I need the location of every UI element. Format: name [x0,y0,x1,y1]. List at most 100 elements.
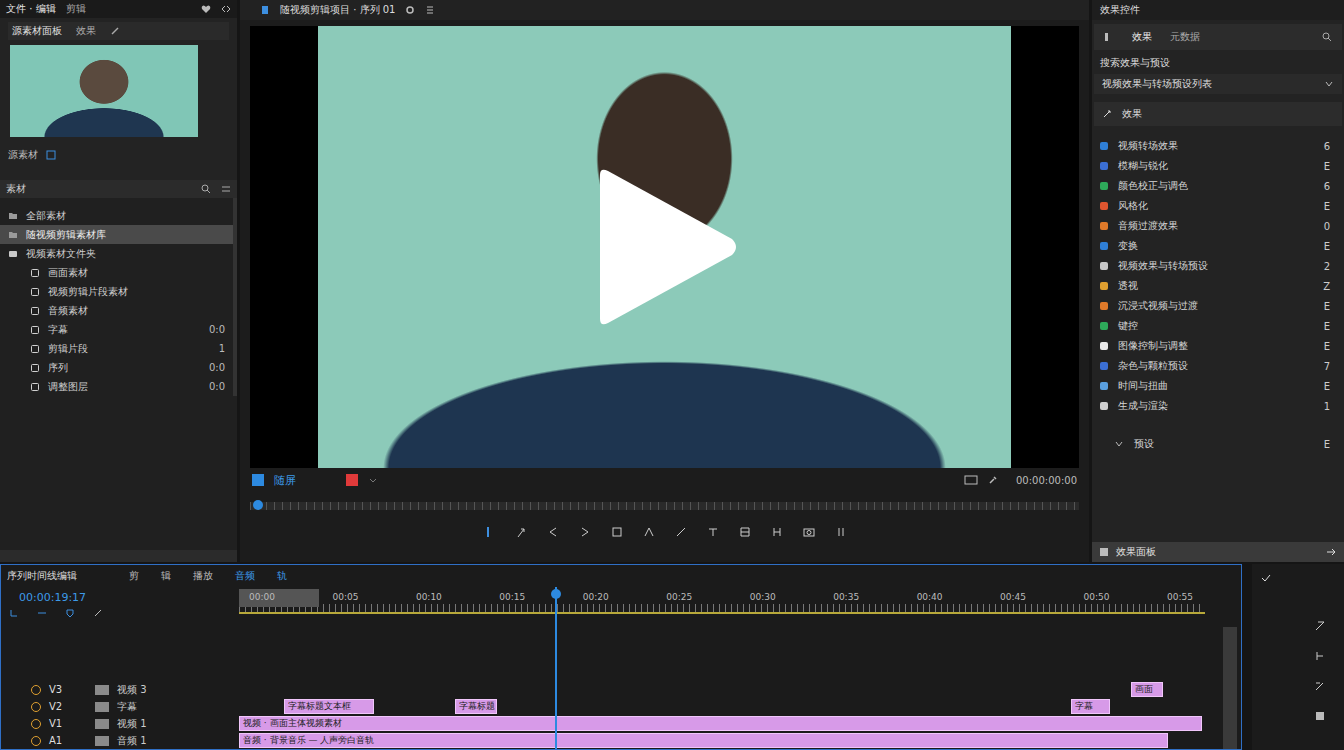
track-header[interactable]: V3 视频 3 [1,681,239,698]
clip[interactable]: 字幕标题文本框 [284,699,374,714]
clip[interactable]: 音频 · 背景音乐 — 人声旁白音轨 [239,733,1168,748]
track-select-icon[interactable] [1314,650,1326,662]
monitor-scrubber[interactable] [250,494,1079,518]
timeline-tab[interactable]: 音频 [235,569,255,583]
project-item[interactable]: 视频素材文件夹 [0,244,233,263]
extract-icon[interactable] [643,526,655,538]
app-tab[interactable]: 文件 · 编辑 [6,2,56,16]
timeline-area: 序列时间线编辑 剪辑播放音频轨 00:00:19:17 V3 视频 3 V2 字… [0,562,1344,750]
ruler-label: 00:55 [1167,592,1193,602]
expand-icon[interactable] [221,4,231,14]
effect-item[interactable]: 模糊与锐化 E [1092,156,1344,176]
insert-icon[interactable] [675,526,687,538]
ruler-ticks [239,604,1205,614]
search-icon[interactable] [201,184,211,194]
effect-item[interactable]: 变换 E [1092,236,1344,256]
lift-icon[interactable] [611,526,623,538]
overwrite-icon[interactable] [707,526,719,538]
effects-section[interactable]: 效果 [1094,102,1342,126]
effects-tab[interactable]: 效果 [1132,30,1152,44]
project-item[interactable]: 序列 0:0 [0,358,233,377]
effect-group[interactable]: 预设 E [1092,434,1344,454]
track-toggle-icon[interactable] [31,736,41,746]
timeline-tab[interactable]: 轨 [277,569,287,583]
track-toggle-icon[interactable] [31,685,41,695]
track-header[interactable]: V2 字幕 [1,698,239,715]
effect-item[interactable]: 音频过渡效果 0 [1092,216,1344,236]
project-item[interactable]: 画面素材 [0,263,233,282]
record-button[interactable] [346,474,358,486]
step-forward-icon[interactable] [579,526,591,538]
app-tab[interactable]: 剪辑 [66,2,86,16]
pen-icon[interactable] [1314,680,1326,692]
source-tab[interactable]: 源素材面板 [12,24,62,38]
more-icon[interactable] [835,526,847,538]
play-icon[interactable] [590,167,740,327]
effect-item[interactable]: 风格化 E [1092,196,1344,216]
effect-item[interactable]: 键控 E [1092,316,1344,336]
camera-icon[interactable] [803,526,815,538]
project-item[interactable]: 音频素材 [0,301,233,320]
source-thumbnail[interactable] [10,45,198,137]
wrench-icon[interactable] [93,608,103,618]
track-header[interactable]: A1 音频 1 [1,732,239,749]
clip[interactable]: 字幕标题 [455,699,497,714]
step-back-icon[interactable] [547,526,559,538]
track-toggle-icon[interactable] [31,719,41,729]
effect-item[interactable]: 视频转场效果 6 [1092,136,1344,156]
effect-item[interactable]: 时间与扭曲 E [1092,376,1344,396]
track-toggle-icon[interactable] [31,702,41,712]
fit-icon[interactable] [964,475,978,485]
heart-icon[interactable] [201,4,211,14]
edit-icon[interactable] [110,26,120,36]
mark-in-icon[interactable] [483,526,495,538]
check-icon[interactable] [1260,572,1272,584]
effect-item[interactable]: 图像控制与调整 E [1092,336,1344,356]
clip[interactable]: 画面 [1131,682,1163,697]
clip[interactable]: 字幕 [1071,699,1110,714]
list-icon[interactable] [425,5,435,15]
effect-item[interactable]: 生成与渲染 1 [1092,396,1344,416]
dropdown-icon[interactable] [368,475,378,485]
link-icon[interactable] [46,150,56,160]
hand-icon[interactable] [1314,710,1326,722]
settings-icon[interactable] [405,5,415,15]
time-ruler[interactable]: 00:0000:0500:1000:1500:2000:2500:3000:35… [239,587,1205,614]
effect-item[interactable]: 杂色与颗粒预设 7 [1092,356,1344,376]
panel-icon[interactable] [1104,32,1114,42]
project-item[interactable]: 全部素材 [0,206,233,225]
timeline-tab[interactable]: 辑 [161,569,171,583]
project-item[interactable]: 调整图层 0:0 [0,377,233,396]
project-item[interactable]: 剪辑片段 1 [0,339,233,358]
project-item[interactable]: 字幕 0:0 [0,320,233,339]
timeline-tab[interactable]: 剪 [129,569,139,583]
export-frame-icon[interactable] [739,526,751,538]
effect-item[interactable]: 颜色校正与调色 6 [1092,176,1344,196]
link-icon[interactable] [37,608,47,618]
project-item[interactable]: 视频剪辑片段素材 [0,282,233,301]
razor-icon[interactable] [1314,620,1326,632]
track-header[interactable]: V1 视频 1 [1,715,239,732]
playhead[interactable] [555,587,557,749]
effect-item[interactable]: 视频效果与转场预设 2 [1092,256,1344,276]
clip[interactable]: 视频 · 画面主体视频素材 [239,716,1202,731]
effect-item[interactable]: 透视 Z [1092,276,1344,296]
marker-icon[interactable] [65,608,75,618]
arrow-icon[interactable] [1326,547,1336,557]
source-tab[interactable]: 效果 [76,24,96,38]
effects-search-label: 搜索效果与预设 [1092,50,1344,72]
timeline-tab[interactable]: 播放 [193,569,213,583]
compare-icon[interactable] [771,526,783,538]
mark-out-icon[interactable] [515,526,527,538]
timeline-scrollbar[interactable] [1223,627,1237,749]
effect-item[interactable]: 沉浸式视频与过渡 E [1092,296,1344,316]
menu-icon[interactable] [221,184,231,194]
project-item[interactable]: 随视频剪辑素材库 [0,225,233,244]
wrench-icon[interactable] [988,475,998,485]
effects-dropdown[interactable]: 视频效果与转场预设列表 [1094,74,1342,94]
search-icon[interactable] [1322,32,1332,42]
timeline-timecode[interactable]: 00:00:19:17 [1,587,239,606]
snap-icon[interactable] [9,608,19,618]
effects-tab[interactable]: 元数据 [1170,30,1200,44]
effects-tabs: 效果 元数据 [1094,24,1342,50]
